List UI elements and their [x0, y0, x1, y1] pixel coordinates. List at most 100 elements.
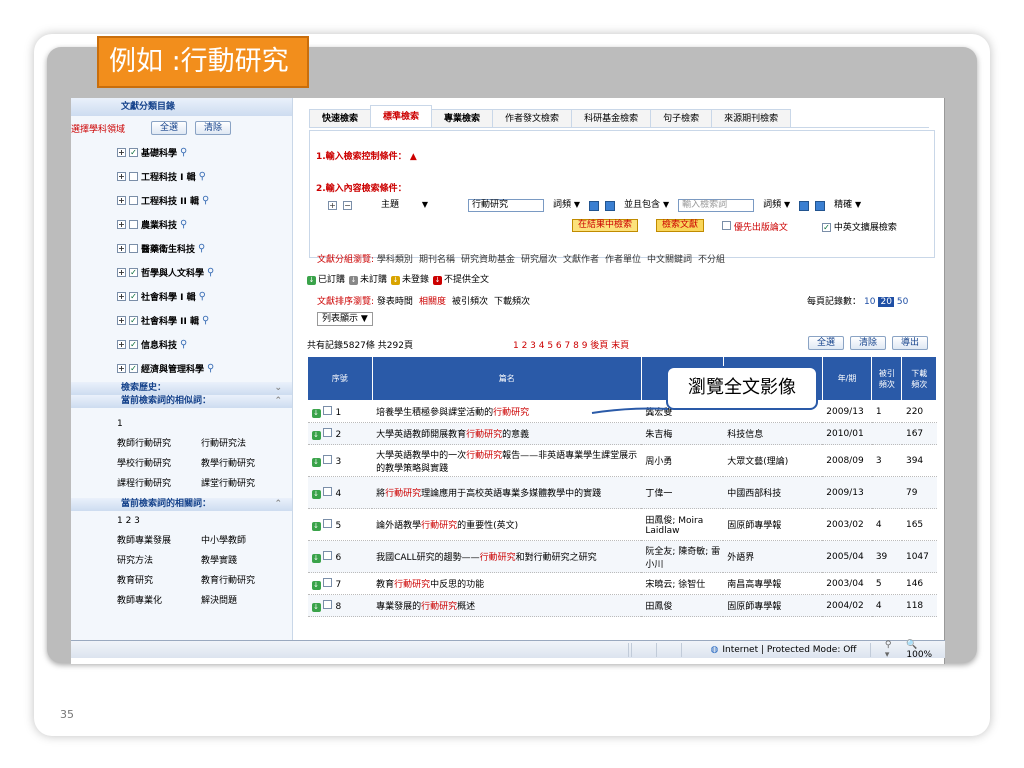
title-pre[interactable]: 專業發展的	[376, 602, 421, 612]
tab-4[interactable]: 科研基金檢索	[571, 109, 652, 127]
search-button[interactable]: 檢索文獻	[656, 219, 705, 232]
expand-icon[interactable]: +	[117, 267, 126, 277]
title-post[interactable]: 中反思的功能	[430, 580, 484, 590]
year-cell[interactable]: 2009/13	[822, 400, 872, 423]
category-checkbox[interactable]	[129, 243, 138, 253]
similar-word[interactable]: 教學行動研究	[201, 454, 285, 474]
table-action-button[interactable]: 清除	[850, 336, 887, 350]
category-item[interactable]: + ✓ 信息科技 ⚲	[71, 332, 292, 356]
expand-icon[interactable]: +	[117, 219, 126, 229]
category-checkbox[interactable]	[129, 219, 138, 229]
title-pre[interactable]: 大學英語教師開展教育	[376, 430, 466, 440]
title-highlight[interactable]: 行動研究	[385, 489, 421, 499]
category-item[interactable]: + ✓ 社會科學 I 輯 ⚲	[71, 284, 292, 308]
download-icon[interactable]: ↓	[311, 602, 321, 612]
freq2-select[interactable]: 詞頻 ▼	[760, 199, 794, 212]
second-keyword-input[interactable]: 輸入檢索詞	[678, 199, 755, 212]
similar-pagination[interactable]: 1	[117, 414, 292, 434]
sort-option[interactable]: 發表時間	[377, 297, 413, 307]
title-highlight[interactable]: 行動研究	[466, 451, 502, 461]
title-pre[interactable]: 將	[376, 489, 385, 499]
title-highlight[interactable]: 行動研究	[421, 602, 457, 612]
magnifier-icon[interactable]: ⚲	[180, 147, 187, 158]
magnifier-icon[interactable]: ⚲	[207, 363, 214, 374]
group-option[interactable]: 文獻作者	[563, 255, 599, 265]
freq-select[interactable]: 詞頻 ▼	[550, 199, 584, 212]
category-item[interactable]: + 農業科技 ⚲	[71, 212, 292, 236]
download-icon[interactable]: ↓	[311, 553, 321, 563]
group-option[interactable]: 學科類別	[377, 255, 413, 265]
expand-icon[interactable]: +	[117, 363, 126, 373]
group-option[interactable]: 中文關鍵詞	[647, 255, 692, 265]
tab-1[interactable]: 標準檢索	[370, 105, 433, 127]
title-cell[interactable]: 將行動研究理論應用于高校英語專業多媒體教學中的實踐	[372, 476, 642, 509]
group-option[interactable]: 不分組	[698, 255, 725, 265]
year-cell[interactable]: 2008/09	[822, 444, 872, 477]
author-cell[interactable]: 田鳳俊; Moira Laidlaw	[641, 508, 724, 541]
author-cell[interactable]: 周小勇	[641, 444, 724, 477]
title-highlight[interactable]: 行動研究	[421, 521, 457, 531]
tab-5[interactable]: 句子檢索	[650, 109, 713, 127]
group-option[interactable]: 研究資助基金	[461, 255, 515, 265]
journal-cell[interactable]: 固原師專學報	[723, 594, 823, 617]
group-option[interactable]: 研究層次	[521, 255, 557, 265]
journal-cell[interactable]: 南昌高專學報	[723, 572, 823, 595]
similar-word[interactable]: 行動研究法	[201, 434, 285, 454]
expand-icon[interactable]: +	[117, 243, 126, 253]
related-pagination[interactable]: 1 2 3	[117, 511, 292, 531]
related-word[interactable]: 研究方法	[117, 551, 201, 571]
list-mode-select[interactable]: 列表顯示 ▼	[317, 312, 373, 326]
download-icon[interactable]: ↓	[311, 580, 321, 590]
related-word[interactable]: 教育行動研究	[201, 571, 285, 591]
security-icon[interactable]: ⚲ ▾	[885, 640, 899, 660]
download-icon[interactable]: ↓	[311, 489, 321, 499]
row-checkbox[interactable]	[322, 427, 332, 437]
download-icon[interactable]: ↓	[311, 408, 321, 418]
year-cell[interactable]: 2009/13	[822, 476, 872, 509]
journal-cell[interactable]: 中國西部科技	[723, 476, 823, 509]
select-all-button[interactable]: 全選	[151, 121, 188, 135]
category-item[interactable]: + 醫藥衛生科技 ⚲	[71, 236, 292, 260]
row-checkbox[interactable]	[322, 599, 332, 609]
title-cell[interactable]: 論外語教學行動研究的重要性(英文)	[372, 508, 642, 541]
expand-icon[interactable]: +	[117, 291, 126, 301]
similar-word[interactable]: 教師行動研究	[117, 434, 201, 454]
similar-word[interactable]: 課程行動研究	[117, 474, 201, 494]
tab-3[interactable]: 作者發文檢索	[492, 109, 573, 127]
zoom-level[interactable]: 🔍 100%	[906, 640, 945, 660]
related-icon[interactable]	[605, 200, 616, 211]
title-cell[interactable]: 教育行動研究中反思的功能	[372, 572, 642, 595]
first-pub-checkbox[interactable]	[722, 221, 731, 230]
title-post[interactable]: 和對行動研究之研究	[516, 553, 597, 563]
category-checkbox[interactable]	[129, 171, 138, 181]
match-select[interactable]: 精確 ▼	[831, 199, 865, 212]
magnifier-icon[interactable]: ⚲	[199, 291, 206, 302]
journal-cell[interactable]: 固原師專學報	[723, 508, 823, 541]
category-checkbox[interactable]: ✓	[129, 363, 138, 373]
sort-option[interactable]: 相關度	[419, 297, 446, 307]
per-page-option[interactable]: 10	[864, 297, 875, 307]
category-item[interactable]: + ✓ 社會科學 II 輯 ⚲	[71, 308, 292, 332]
sort-option[interactable]: 下載頻次	[494, 297, 530, 307]
category-item[interactable]: + ✓ 基礎科學 ⚲	[71, 140, 292, 164]
table-action-button[interactable]: 全選	[808, 336, 845, 350]
title-cell[interactable]: 我國CALL研究的趨勢——行動研究和對行動研究之研究	[372, 540, 642, 573]
remove-row-icon[interactable]: −	[343, 201, 352, 210]
magnifier-icon[interactable]: ⚲	[202, 195, 209, 206]
year-cell[interactable]: 2005/04	[822, 540, 872, 573]
row-checkbox[interactable]	[322, 486, 332, 496]
journal-cell[interactable]: 科技信息	[723, 422, 823, 445]
title-highlight[interactable]: 行動研究	[466, 430, 502, 440]
expand-icon[interactable]: +	[117, 195, 126, 205]
table-action-button[interactable]: 導出	[892, 336, 929, 350]
magnifier-icon[interactable]: ⚲	[180, 219, 187, 230]
magnifier-icon[interactable]: ⚲	[207, 267, 214, 278]
year-cell[interactable]: 2003/04	[822, 572, 872, 595]
author-cell[interactable]: 田鳳俊	[641, 594, 724, 617]
related-word[interactable]: 中小學教師	[201, 531, 285, 551]
category-checkbox[interactable]: ✓	[129, 267, 138, 277]
magnifier-icon[interactable]: ⚲	[199, 171, 206, 182]
title-highlight[interactable]: 行動研究	[480, 553, 516, 563]
clear-button[interactable]: 清除	[195, 121, 232, 135]
history-header[interactable]: 檢索歷史： ⌄	[71, 382, 292, 395]
